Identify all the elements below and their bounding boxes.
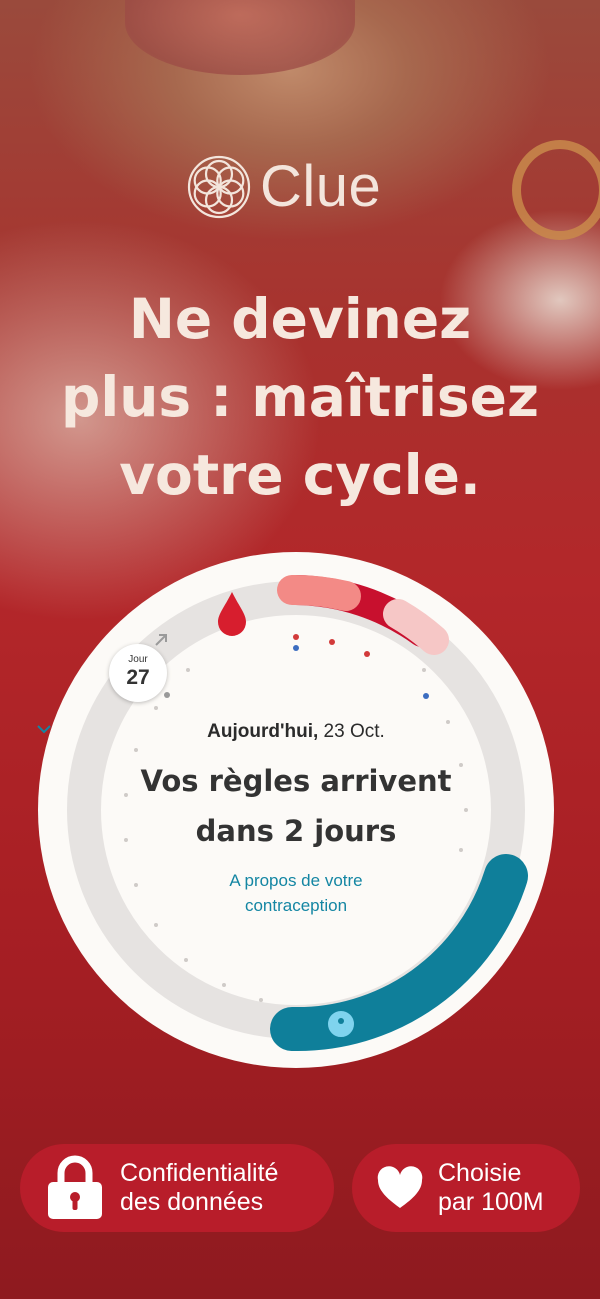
headline: Ne devinez plus : maîtrisez votre cycle. (0, 280, 600, 514)
today-label: Aujourd'hui, (207, 721, 319, 742)
day-label: Jour (128, 654, 148, 665)
date-value: 23 Oct. (318, 721, 385, 742)
users-badge: Choisie par 100M (352, 1144, 580, 1232)
chevron-down-icon (37, 725, 51, 734)
background-photo-earring (512, 140, 600, 240)
clue-logo: Clue (186, 154, 381, 220)
period-prediction: Vos règles arrivent dans 2 jours (36, 756, 556, 856)
today-date: Aujourd'hui, 23 Oct. (36, 720, 556, 744)
brand-name: Clue (260, 154, 382, 219)
headline-line-2: plus : maîtrisez (60, 365, 539, 429)
current-day-badge: Jour 27 (109, 644, 167, 702)
period-prediction-line-1: Vos règles arrivent (140, 764, 452, 798)
users-line-2: par 100M (438, 1188, 544, 1216)
day-number: 27 (126, 666, 150, 689)
contraception-link[interactable]: A propos de votre contraception (36, 725, 556, 918)
heart-icon (377, 1166, 423, 1208)
cycle-card: Jour 27 Aujourd'hui, 23 Oct. Vos règles … (36, 550, 556, 1070)
cycle-summary: Aujourd'hui, 23 Oct. Vos règles arrivent… (36, 720, 556, 918)
background-photo-lips (125, 0, 355, 75)
contraception-link-line-1: A propos de votre (229, 871, 363, 890)
privacy-text: Confidentialité des données (120, 1159, 278, 1217)
clue-flower-icon (187, 155, 251, 219)
headline-line-3: votre cycle. (119, 443, 481, 507)
headline-line-1: Ne devinez (128, 287, 472, 351)
users-text: Choisie par 100M (438, 1159, 544, 1217)
privacy-line-2: des données (120, 1188, 264, 1216)
period-arc-soft (277, 575, 361, 611)
onboarding-screen: Clue Ne devinez plus : maîtrisez votre c… (0, 0, 600, 1299)
period-prediction-line-2: dans 2 jours (195, 814, 397, 848)
contraception-link-line-2: contraception (244, 896, 348, 915)
privacy-line-1: Confidentialité (120, 1159, 279, 1187)
privacy-badge: Confidentialité des données (20, 1144, 334, 1232)
lock-icon (48, 1155, 102, 1219)
users-line-1: Choisie (438, 1159, 522, 1187)
